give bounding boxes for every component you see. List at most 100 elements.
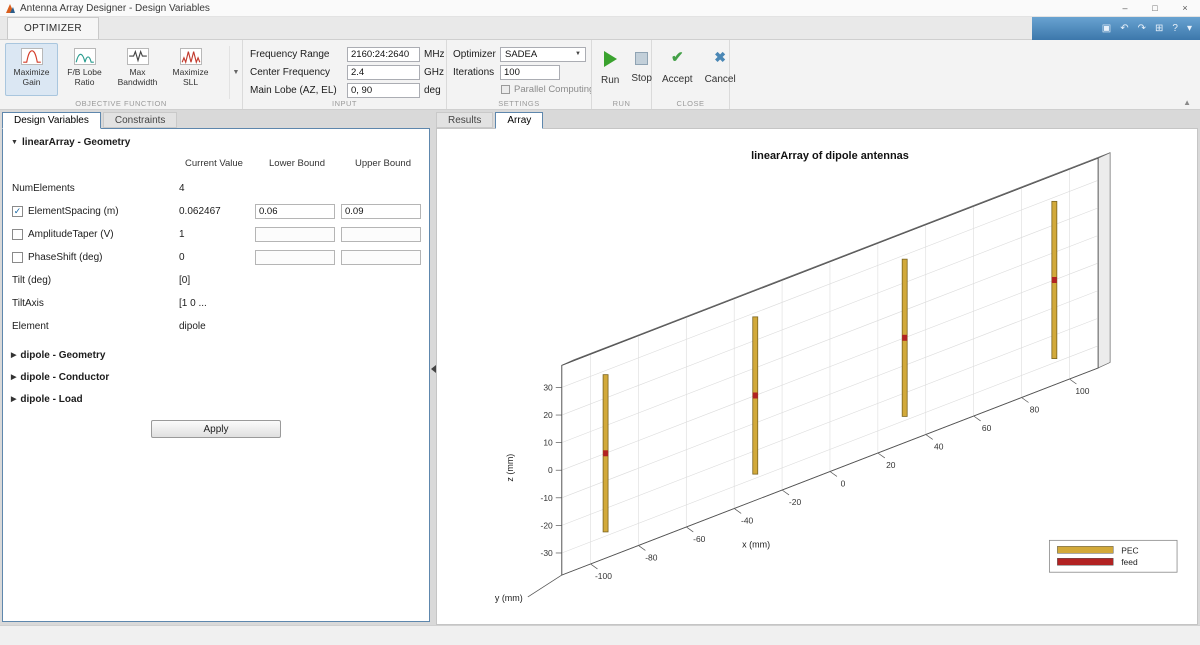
group-label: linearArray - Geometry <box>22 137 130 148</box>
settings-fields: Optimizer SADEA ▼ Iterations Parallel Co… <box>447 40 591 95</box>
toolstrip-tab-bar: OPTIMIZER ▣ ↶ ↷ ⊞? ▾ <box>0 17 1200 40</box>
left-panel-tabs: Design VariablesConstraints <box>2 112 430 128</box>
svg-text:0: 0 <box>841 478 846 488</box>
objective-button-label: F/B Lobe Ratio <box>59 68 110 88</box>
variable-row-phaseshift-deg: PhaseShift (deg)0 <box>3 246 429 269</box>
stop-label: Stop <box>631 73 652 84</box>
redo-icon[interactable]: ↷ <box>1138 24 1146 34</box>
collapse-ribbon-icon[interactable]: ▲ <box>1183 98 1191 107</box>
collapsed-groups: ▶dipole - Geometry▶dipole - Conductor▶di… <box>3 344 429 410</box>
help-icon[interactable]: ? <box>1172 24 1178 34</box>
save-icon[interactable]: ▣ <box>1102 24 1111 34</box>
amplitudetaper-v-checkbox[interactable] <box>12 229 23 240</box>
svg-text:-40: -40 <box>741 515 754 525</box>
toolstrip-collapse-icon[interactable]: ▾ <box>1187 24 1192 34</box>
svg-text:100: 100 <box>1075 386 1089 396</box>
run-button[interactable]: Run <box>601 51 619 86</box>
lower-bound-input[interactable] <box>255 250 335 265</box>
svg-text:y (mm): y (mm) <box>495 593 523 603</box>
svg-text:-10: -10 <box>541 493 554 503</box>
play-icon <box>604 51 617 67</box>
svg-text:-30: -30 <box>541 548 554 558</box>
objective-button-max-bandwidth[interactable]: Max Bandwidth <box>111 43 164 96</box>
objective-button-maximize-gain[interactable]: Maximize Gain <box>5 43 58 96</box>
tab-array[interactable]: Array <box>495 112 543 129</box>
variable-label: NumElements <box>12 183 75 194</box>
group-dipole-load[interactable]: ▶dipole - Load <box>3 388 429 410</box>
right-panel-tabs: ResultsArray <box>436 112 1198 128</box>
collapse-arrow-icon: ▼ <box>11 139 18 146</box>
svg-text:-60: -60 <box>693 534 706 544</box>
lower-bound-input[interactable] <box>255 227 335 242</box>
accept-button[interactable]: ✔ Accept <box>662 49 693 85</box>
stop-button[interactable]: Stop <box>631 51 652 86</box>
upper-bound-input[interactable] <box>341 250 421 265</box>
group-dipole-geometry[interactable]: ▶dipole - Geometry <box>3 344 429 366</box>
group-lineararray-geometry[interactable]: ▼ linearArray - Geometry <box>3 129 429 148</box>
upper-bound-input[interactable] <box>341 204 421 219</box>
column-headers: Current Value Lower Bound Upper Bound <box>3 158 429 173</box>
variable-label: AmplitudeTaper (V) <box>28 229 114 240</box>
svg-text:-80: -80 <box>645 552 658 562</box>
input-fields: Frequency RangeMHzCenter FrequencyGHzMai… <box>243 40 446 98</box>
column-lower-bound: Lower Bound <box>255 158 339 169</box>
window-controls: –□× <box>1110 0 1200 17</box>
undo-icon[interactable]: ↶ <box>1120 24 1128 34</box>
objective-buttons: Maximize GainF/B Lobe RatioMax Bandwidth… <box>0 40 242 96</box>
svg-text:x (mm): x (mm) <box>742 539 770 549</box>
phaseshift-deg-checkbox[interactable] <box>12 252 23 263</box>
center-frequency-input[interactable] <box>347 65 420 80</box>
quick-access-toolbar: ▣ ↶ ↷ ⊞? ▾ <box>1032 17 1200 40</box>
variable-current-value: 4 <box>179 183 185 194</box>
upper-bound-input[interactable] <box>341 227 421 242</box>
tab-design-variables[interactable]: Design Variables <box>2 112 101 129</box>
run-label: Run <box>601 75 619 86</box>
group-label: dipole - Load <box>20 394 82 405</box>
settings-section: Optimizer SADEA ▼ Iterations Parallel Co… <box>447 40 592 109</box>
variable-current-value: dipole <box>179 321 206 332</box>
parallel-computing-checkbox[interactable] <box>501 85 510 94</box>
collapse-arrow-icon: ▶ <box>11 373 16 381</box>
window-title: Antenna Array Designer - Design Variable… <box>20 3 210 14</box>
close-button[interactable]: × <box>1170 0 1200 17</box>
array-plot-body: 3020100-10-20-30-100-80-60-40-2002040608… <box>436 128 1198 625</box>
section-label: INPUT <box>243 99 446 108</box>
group-dipole-conductor[interactable]: ▶dipole - Conductor <box>3 366 429 388</box>
unit-label: MHz <box>424 49 445 60</box>
svg-text:-100: -100 <box>595 571 612 581</box>
app-icon <box>5 3 16 14</box>
main-lobe-az-el-input[interactable] <box>347 83 420 98</box>
chevron-down-icon: ▼ <box>575 51 581 57</box>
column-upper-bound: Upper Bound <box>341 158 425 169</box>
objective-gallery-arrow-icon[interactable]: ▼ <box>229 46 242 99</box>
objective-button-f-b-lobe-ratio[interactable]: F/B Lobe Ratio <box>58 43 111 96</box>
objective-function-section: Maximize GainF/B Lobe RatioMax Bandwidth… <box>0 40 243 109</box>
variable-label: Tilt (deg) <box>12 275 51 286</box>
optimizer-dropdown[interactable]: SADEA ▼ <box>500 47 586 62</box>
variable-row-numelements: NumElements 4 <box>3 177 429 200</box>
maximize-button[interactable]: □ <box>1140 0 1170 17</box>
objective-button-maximize-sll[interactable]: Maximize SLL <box>164 43 217 96</box>
iterations-input[interactable] <box>500 65 560 80</box>
svg-text:linearArray of dipole antennas: linearArray of dipole antennas <box>751 150 909 162</box>
variable-current-value: 0 <box>179 252 185 263</box>
input-field-label: Main Lobe (AZ, EL) <box>250 85 347 96</box>
group-label: dipole - Geometry <box>20 350 105 361</box>
svg-text:60: 60 <box>982 423 992 433</box>
apply-button[interactable]: Apply <box>151 420 281 438</box>
frequency-range-input[interactable] <box>347 47 420 62</box>
tab-constraints[interactable]: Constraints <box>103 112 178 128</box>
cancel-x-icon: ✖ <box>714 49 726 66</box>
tab-results[interactable]: Results <box>436 112 493 128</box>
objective-button-label: Maximize SLL <box>165 68 216 88</box>
svg-text:20: 20 <box>886 460 896 470</box>
close-section: ✔ Accept ✖ Cancel CLOSE <box>652 40 730 109</box>
lower-bound-input[interactable] <box>255 204 335 219</box>
tab-optimizer[interactable]: OPTIMIZER <box>7 17 99 39</box>
minimize-button[interactable]: – <box>1110 0 1140 17</box>
design-variables-panel: Design VariablesConstraints ▼ linearArra… <box>2 112 430 622</box>
elementspacing-m-checkbox[interactable]: ✓ <box>12 206 23 217</box>
layout-icon[interactable]: ⊞ <box>1155 24 1163 34</box>
unit-label: deg <box>424 85 441 96</box>
design-variables-body: ▼ linearArray - Geometry Current Value L… <box>2 128 430 622</box>
